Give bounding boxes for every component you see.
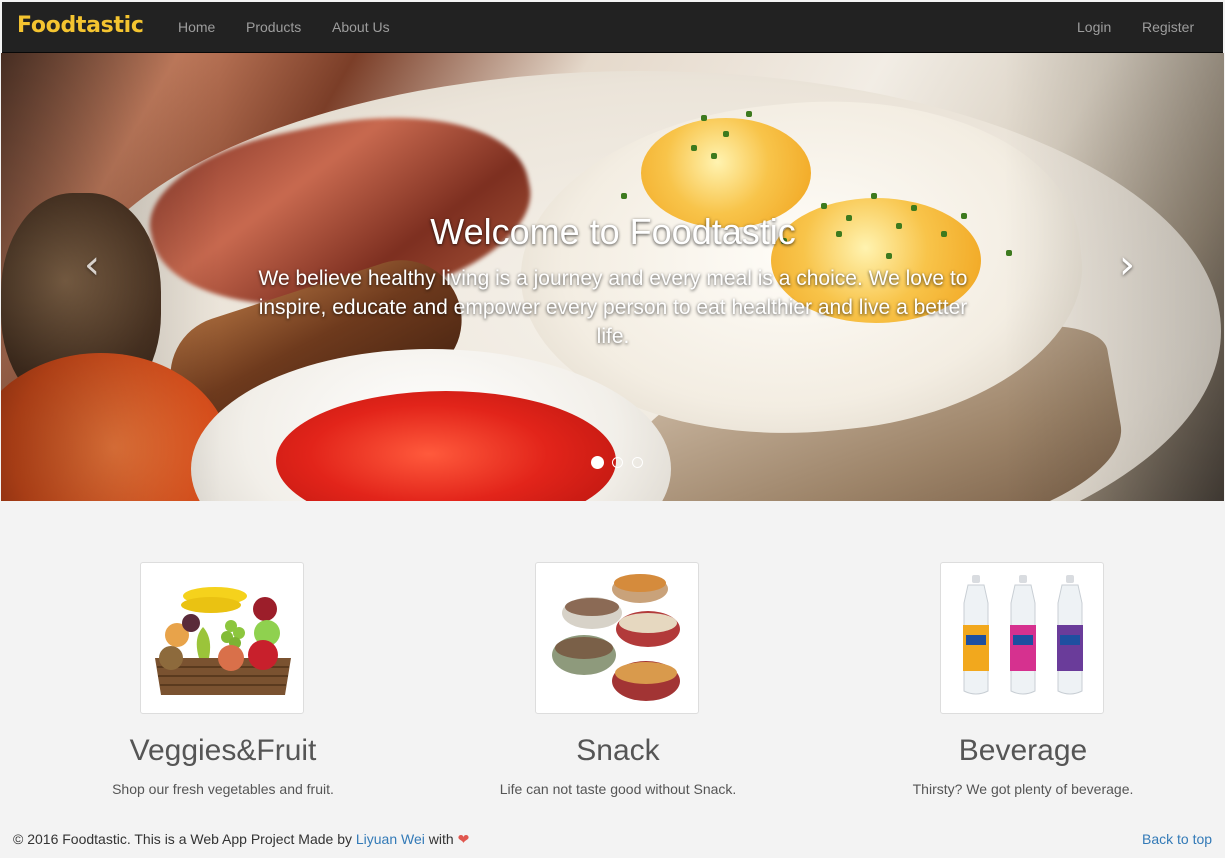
navbar: Foodtastic Home Products About Us Login … (2, 2, 1223, 53)
chevron-left-icon[interactable]: ‹ (84, 242, 100, 288)
category-title[interactable]: Beverage (833, 734, 1213, 768)
carousel-title: Welcome to Foodtastic (430, 211, 796, 252)
snack-bowls-image[interactable] (535, 562, 699, 714)
category-description: Life can not taste good without Snack. (499, 781, 737, 797)
category-description: Thirsty? We got plenty of beverage. (912, 781, 1134, 797)
nav-login[interactable]: Login (1077, 19, 1111, 35)
carousel-indicators (591, 455, 647, 473)
category-description: Shop our fresh vegetables and fruit. (112, 781, 334, 797)
copyright-text: © 2016 Foodtastic. This is a Web App Pro… (13, 831, 352, 847)
hero-carousel: Welcome to Foodtastic We believe healthy… (1, 53, 1224, 501)
nav-about-us[interactable]: About Us (332, 19, 390, 35)
carousel-indicator-1[interactable] (591, 456, 604, 469)
chevron-right-icon[interactable]: › (1119, 242, 1135, 288)
nav-register[interactable]: Register (1142, 19, 1194, 35)
category-title[interactable]: Snack (428, 734, 808, 768)
with-text: with (428, 831, 454, 847)
category-title[interactable]: Veggies&Fruit (33, 734, 413, 768)
brand-logo[interactable]: Foodtastic (17, 13, 144, 38)
carousel-text: We believe healthy living is a journey a… (258, 267, 968, 348)
footer-copyright: © 2016 Foodtastic. This is a Web App Pro… (13, 831, 469, 848)
fruit-basket-image[interactable] (140, 562, 304, 714)
water-bottles-image[interactable] (940, 562, 1104, 714)
author-link[interactable]: Liyuan Wei (356, 831, 425, 847)
nav-products[interactable]: Products (246, 19, 301, 35)
carousel-indicator-2[interactable] (612, 457, 624, 468)
heart-icon: ❤ (457, 832, 470, 848)
back-to-top-link[interactable]: Back to top (1142, 831, 1212, 847)
carousel-indicator-3[interactable] (631, 457, 643, 468)
nav-home[interactable]: Home (178, 19, 215, 35)
carousel-caption: Welcome to Foodtastic We believe healthy… (251, 211, 975, 351)
